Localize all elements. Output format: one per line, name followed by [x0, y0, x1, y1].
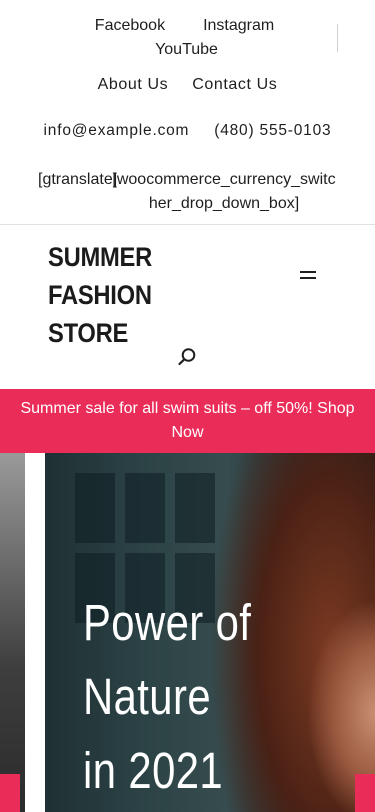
currency-switcher-placeholder: [woocommerce_currency_switcher_drop_down… — [112, 171, 336, 212]
window-pane — [75, 473, 115, 543]
hero-title-line: Power of — [83, 594, 252, 651]
youtube-link[interactable]: YouTube — [155, 41, 218, 58]
site-logo[interactable]: SUMMER FASHION STORE — [48, 238, 224, 352]
page-links: About Us Contact Us — [0, 73, 375, 97]
hero-slider: Power of Nature in 2021 — [0, 453, 375, 812]
promo-banner[interactable]: Summer sale for all swim suits – off 50%… — [0, 389, 375, 453]
hero-title-line: in 2021 — [83, 742, 224, 799]
previous-slide-preview — [0, 453, 25, 812]
menu-line — [300, 271, 316, 273]
search-icon-svg — [178, 348, 196, 366]
contact-info: info@example.com (480) 555-0103 — [0, 119, 375, 143]
hero-title: Power of Nature in 2021 — [83, 586, 263, 808]
window-pane — [175, 473, 215, 543]
search-icon[interactable] — [175, 345, 199, 369]
contact-us-link[interactable]: Contact Us — [192, 73, 277, 97]
gtranslate-placeholder: [gtranslate] — [38, 171, 118, 188]
slider-next-button[interactable] — [355, 774, 375, 812]
window-pane — [125, 473, 165, 543]
email-link[interactable]: info@example.com — [44, 119, 190, 143]
slider-prev-button[interactable] — [0, 774, 20, 812]
site-header: SUMMER FASHION STORE — [0, 225, 375, 388]
menu-line — [300, 277, 316, 279]
divider — [337, 24, 338, 52]
about-us-link[interactable]: About Us — [98, 73, 169, 97]
facebook-link[interactable]: Facebook — [95, 14, 165, 38]
top-bar: Facebook Instagram YouTube About Us Cont… — [0, 0, 375, 225]
hero-title-line: Nature — [83, 668, 211, 725]
hamburger-menu-icon[interactable] — [294, 265, 322, 285]
social-links-row-2: YouTube — [0, 38, 375, 62]
social-links: Facebook Instagram YouTube — [0, 14, 375, 62]
phone-link[interactable]: (480) 555-0103 — [214, 119, 331, 143]
instagram-link[interactable]: Instagram — [203, 14, 274, 38]
social-links-row: Facebook Instagram — [0, 14, 375, 38]
